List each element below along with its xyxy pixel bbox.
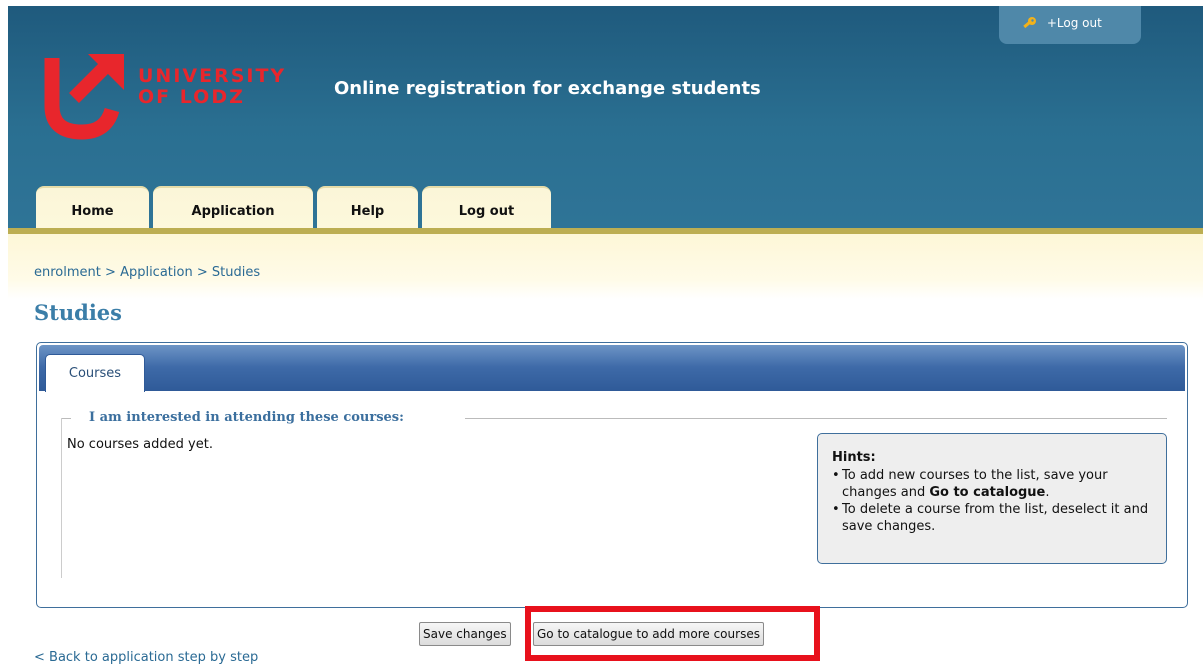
- tab-application[interactable]: Application: [153, 186, 313, 230]
- top-logout-link[interactable]: +Log out: [999, 6, 1141, 44]
- breadcrumb-application[interactable]: Application: [120, 265, 193, 280]
- hints-box: Hints: To add new courses to the list, s…: [817, 433, 1167, 564]
- hint-text: .: [1045, 485, 1050, 500]
- tab-home[interactable]: Home: [36, 186, 149, 230]
- hint-bold-text: Go to catalogue: [929, 485, 1046, 500]
- hint-item: To delete a course from the list, desele…: [832, 501, 1152, 535]
- tab-help-label: Help: [350, 204, 385, 219]
- tab-home-label: Home: [71, 204, 114, 219]
- save-changes-button[interactable]: Save changes: [419, 622, 511, 646]
- tab-application-label: Application: [191, 204, 275, 219]
- tab-help[interactable]: Help: [317, 186, 418, 230]
- hints-heading: Hints:: [832, 450, 876, 465]
- no-courses-message: No courses added yet.: [67, 437, 213, 452]
- hint-text: To delete a course from the list, desele…: [842, 502, 1149, 534]
- tab-log-out[interactable]: Log out: [422, 186, 551, 230]
- app-title: Online registration for exchange student…: [334, 78, 761, 99]
- page-title: Studies: [34, 300, 122, 325]
- hint-item: To add new courses to the list, save you…: [832, 467, 1152, 501]
- studies-panel: Courses I am interested in attending the…: [36, 342, 1188, 608]
- breadcrumb: enrolment > Application > Studies: [34, 265, 260, 280]
- panel-tab-bar: Courses: [39, 345, 1185, 392]
- breadcrumb-separator: >: [196, 265, 208, 280]
- fieldset-border: [465, 418, 1167, 419]
- breadcrumb-enrolment[interactable]: enrolment: [34, 265, 101, 280]
- tab-courses-label: Courses: [68, 366, 122, 381]
- fieldset-border: [61, 418, 71, 419]
- fieldset-border: [61, 418, 62, 578]
- key-icon: [1023, 16, 1036, 28]
- tab-log-out-label: Log out: [458, 204, 515, 219]
- logo-line-2: OF LODZ: [138, 86, 245, 108]
- university-logo-icon: [44, 54, 124, 140]
- logo-line-1: UNIVERSITY: [138, 65, 287, 87]
- breadcrumb-studies: Studies: [211, 265, 261, 280]
- breadcrumb-separator: >: [105, 265, 116, 280]
- tab-courses[interactable]: Courses: [45, 354, 145, 392]
- top-logout-label: +Log out: [1046, 16, 1102, 30]
- university-logo-text: UNIVERSITY OF LODZ: [138, 66, 286, 108]
- back-to-application-link[interactable]: < Back to application step by step: [34, 650, 258, 665]
- highlight-box: [525, 606, 820, 661]
- courses-legend: I am interested in attending these cours…: [89, 410, 404, 425]
